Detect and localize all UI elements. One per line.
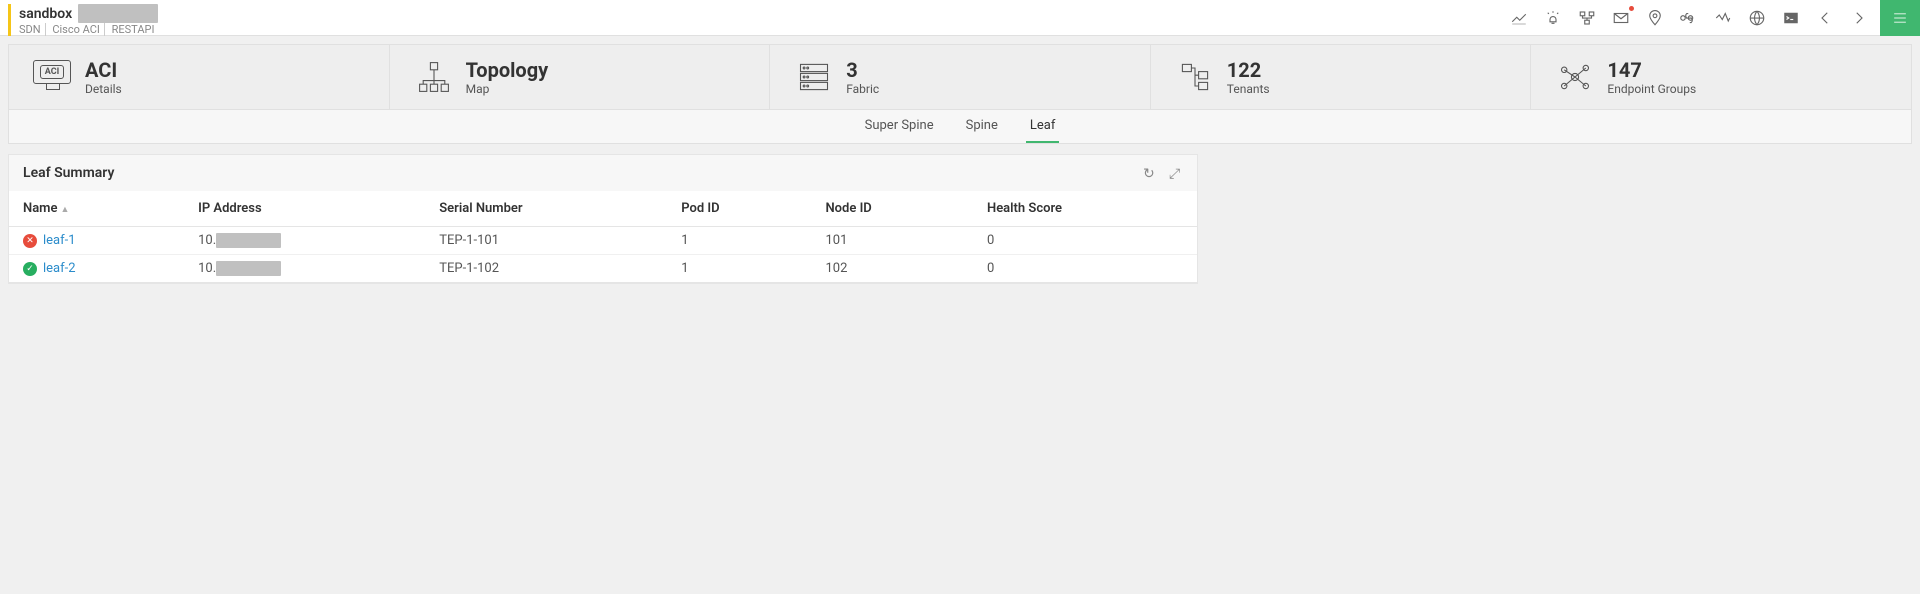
- tab-super-spine[interactable]: Super Spine: [861, 110, 938, 143]
- stat-value: ACI: [85, 58, 122, 82]
- stat-value: Topology: [466, 58, 549, 82]
- topology-icon: [414, 57, 454, 97]
- tab-leaf[interactable]: Leaf: [1026, 110, 1060, 143]
- chart-icon[interactable]: [1502, 4, 1536, 32]
- cell-ip: 10.xxx.xxx.xxx: [184, 227, 425, 255]
- stat-label: Tenants: [1227, 82, 1270, 96]
- col-health[interactable]: Health Score: [973, 191, 1197, 227]
- breadcrumb-item[interactable]: Cisco ACI: [48, 23, 105, 36]
- cell-node: 102: [811, 255, 973, 283]
- breadcrumb-item[interactable]: SDN: [19, 23, 46, 36]
- cell-serial: TEP-1-102: [425, 255, 667, 283]
- breadcrumb-item[interactable]: RESTAPI: [108, 23, 159, 36]
- epg-icon: [1555, 57, 1595, 97]
- status-ok-icon: ✓: [23, 262, 37, 276]
- terminal-icon[interactable]: [1774, 4, 1808, 32]
- cell-health: 0: [973, 227, 1197, 255]
- stat-label: Details: [85, 82, 122, 96]
- stat-topology[interactable]: Topology Map: [390, 45, 771, 109]
- tab-spine[interactable]: Spine: [962, 110, 1002, 143]
- alert-icon[interactable]: [1536, 4, 1570, 32]
- cell-serial: TEP-1-101: [425, 227, 667, 255]
- leaf-summary-panel: Leaf Summary ↻ ⤢ Name▲ IP Address Serial…: [8, 154, 1198, 284]
- expand-icon[interactable]: ⤢: [1169, 166, 1183, 180]
- stat-fabric[interactable]: 3 Fabric: [770, 45, 1151, 109]
- panel-actions: ↻ ⤢: [1143, 166, 1183, 180]
- col-name[interactable]: Name▲: [9, 191, 184, 227]
- leaf-link[interactable]: leaf-2: [43, 261, 76, 276]
- redacted-title-part: xxxxxxxxxx: [78, 4, 157, 23]
- col-ip[interactable]: IP Address: [184, 191, 425, 227]
- cell-pod: 1: [667, 255, 811, 283]
- refresh-icon[interactable]: ↻: [1143, 166, 1157, 180]
- header-toolbar: [1502, 4, 1920, 31]
- activity-icon[interactable]: [1706, 4, 1740, 32]
- table-header-row: Name▲ IP Address Serial Number Pod ID No…: [9, 191, 1197, 227]
- network-icon[interactable]: [1570, 4, 1604, 32]
- stat-value: 3: [846, 58, 879, 82]
- stat-aci[interactable]: ACI ACI Details: [9, 45, 390, 109]
- fabric-icon: [794, 57, 834, 97]
- monitor-icon: ACI: [33, 57, 73, 97]
- prev-icon[interactable]: [1808, 4, 1842, 32]
- col-pod[interactable]: Pod ID: [667, 191, 811, 227]
- cell-node: 101: [811, 227, 973, 255]
- table-row: ✓ leaf-2 10.xxx.xxx.xxx TEP-1-102 1 102 …: [9, 255, 1197, 283]
- col-serial[interactable]: Serial Number: [425, 191, 667, 227]
- leaf-link[interactable]: leaf-1: [43, 233, 76, 248]
- cell-health: 0: [973, 255, 1197, 283]
- stat-label: Endpoint Groups: [1607, 82, 1696, 96]
- stat-label: Fabric: [846, 82, 879, 96]
- menu-button[interactable]: [1880, 0, 1920, 36]
- stat-tenants[interactable]: 122 Tenants: [1151, 45, 1532, 109]
- breadcrumb: SDN Cisco ACI RESTAPI: [19, 23, 158, 36]
- leaf-table: Name▲ IP Address Serial Number Pod ID No…: [9, 191, 1197, 283]
- header-left: sandbox xxxxxxxxxx SDN Cisco ACI RESTAPI: [8, 4, 158, 36]
- location-icon[interactable]: [1638, 4, 1672, 32]
- page-title: sandbox: [19, 6, 72, 22]
- stat-bar: ACI ACI Details Topology Map 3 Fabric 12…: [8, 44, 1912, 110]
- stat-value: 147: [1607, 58, 1696, 82]
- stat-value: 122: [1227, 58, 1270, 82]
- table-row: ✕ leaf-1 10.xxx.xxx.xxx TEP-1-101 1 101 …: [9, 227, 1197, 255]
- panel-title: Leaf Summary: [23, 165, 114, 181]
- col-node[interactable]: Node ID: [811, 191, 973, 227]
- cell-ip: 10.xxx.xxx.xxx: [184, 255, 425, 283]
- stat-epg[interactable]: 147 Endpoint Groups: [1531, 45, 1911, 109]
- sub-tabs: Super Spine Spine Leaf: [8, 110, 1912, 144]
- mail-icon[interactable]: [1604, 4, 1638, 32]
- tenants-icon: [1175, 57, 1215, 97]
- cell-pod: 1: [667, 227, 811, 255]
- app-header: sandbox xxxxxxxxxx SDN Cisco ACI RESTAPI: [0, 0, 1920, 36]
- stat-label: Map: [466, 82, 549, 96]
- status-error-icon: ✕: [23, 234, 37, 248]
- panel-header: Leaf Summary ↻ ⤢: [9, 155, 1197, 191]
- globe-icon[interactable]: [1740, 4, 1774, 32]
- next-icon[interactable]: [1842, 4, 1876, 32]
- link-icon[interactable]: [1672, 4, 1706, 32]
